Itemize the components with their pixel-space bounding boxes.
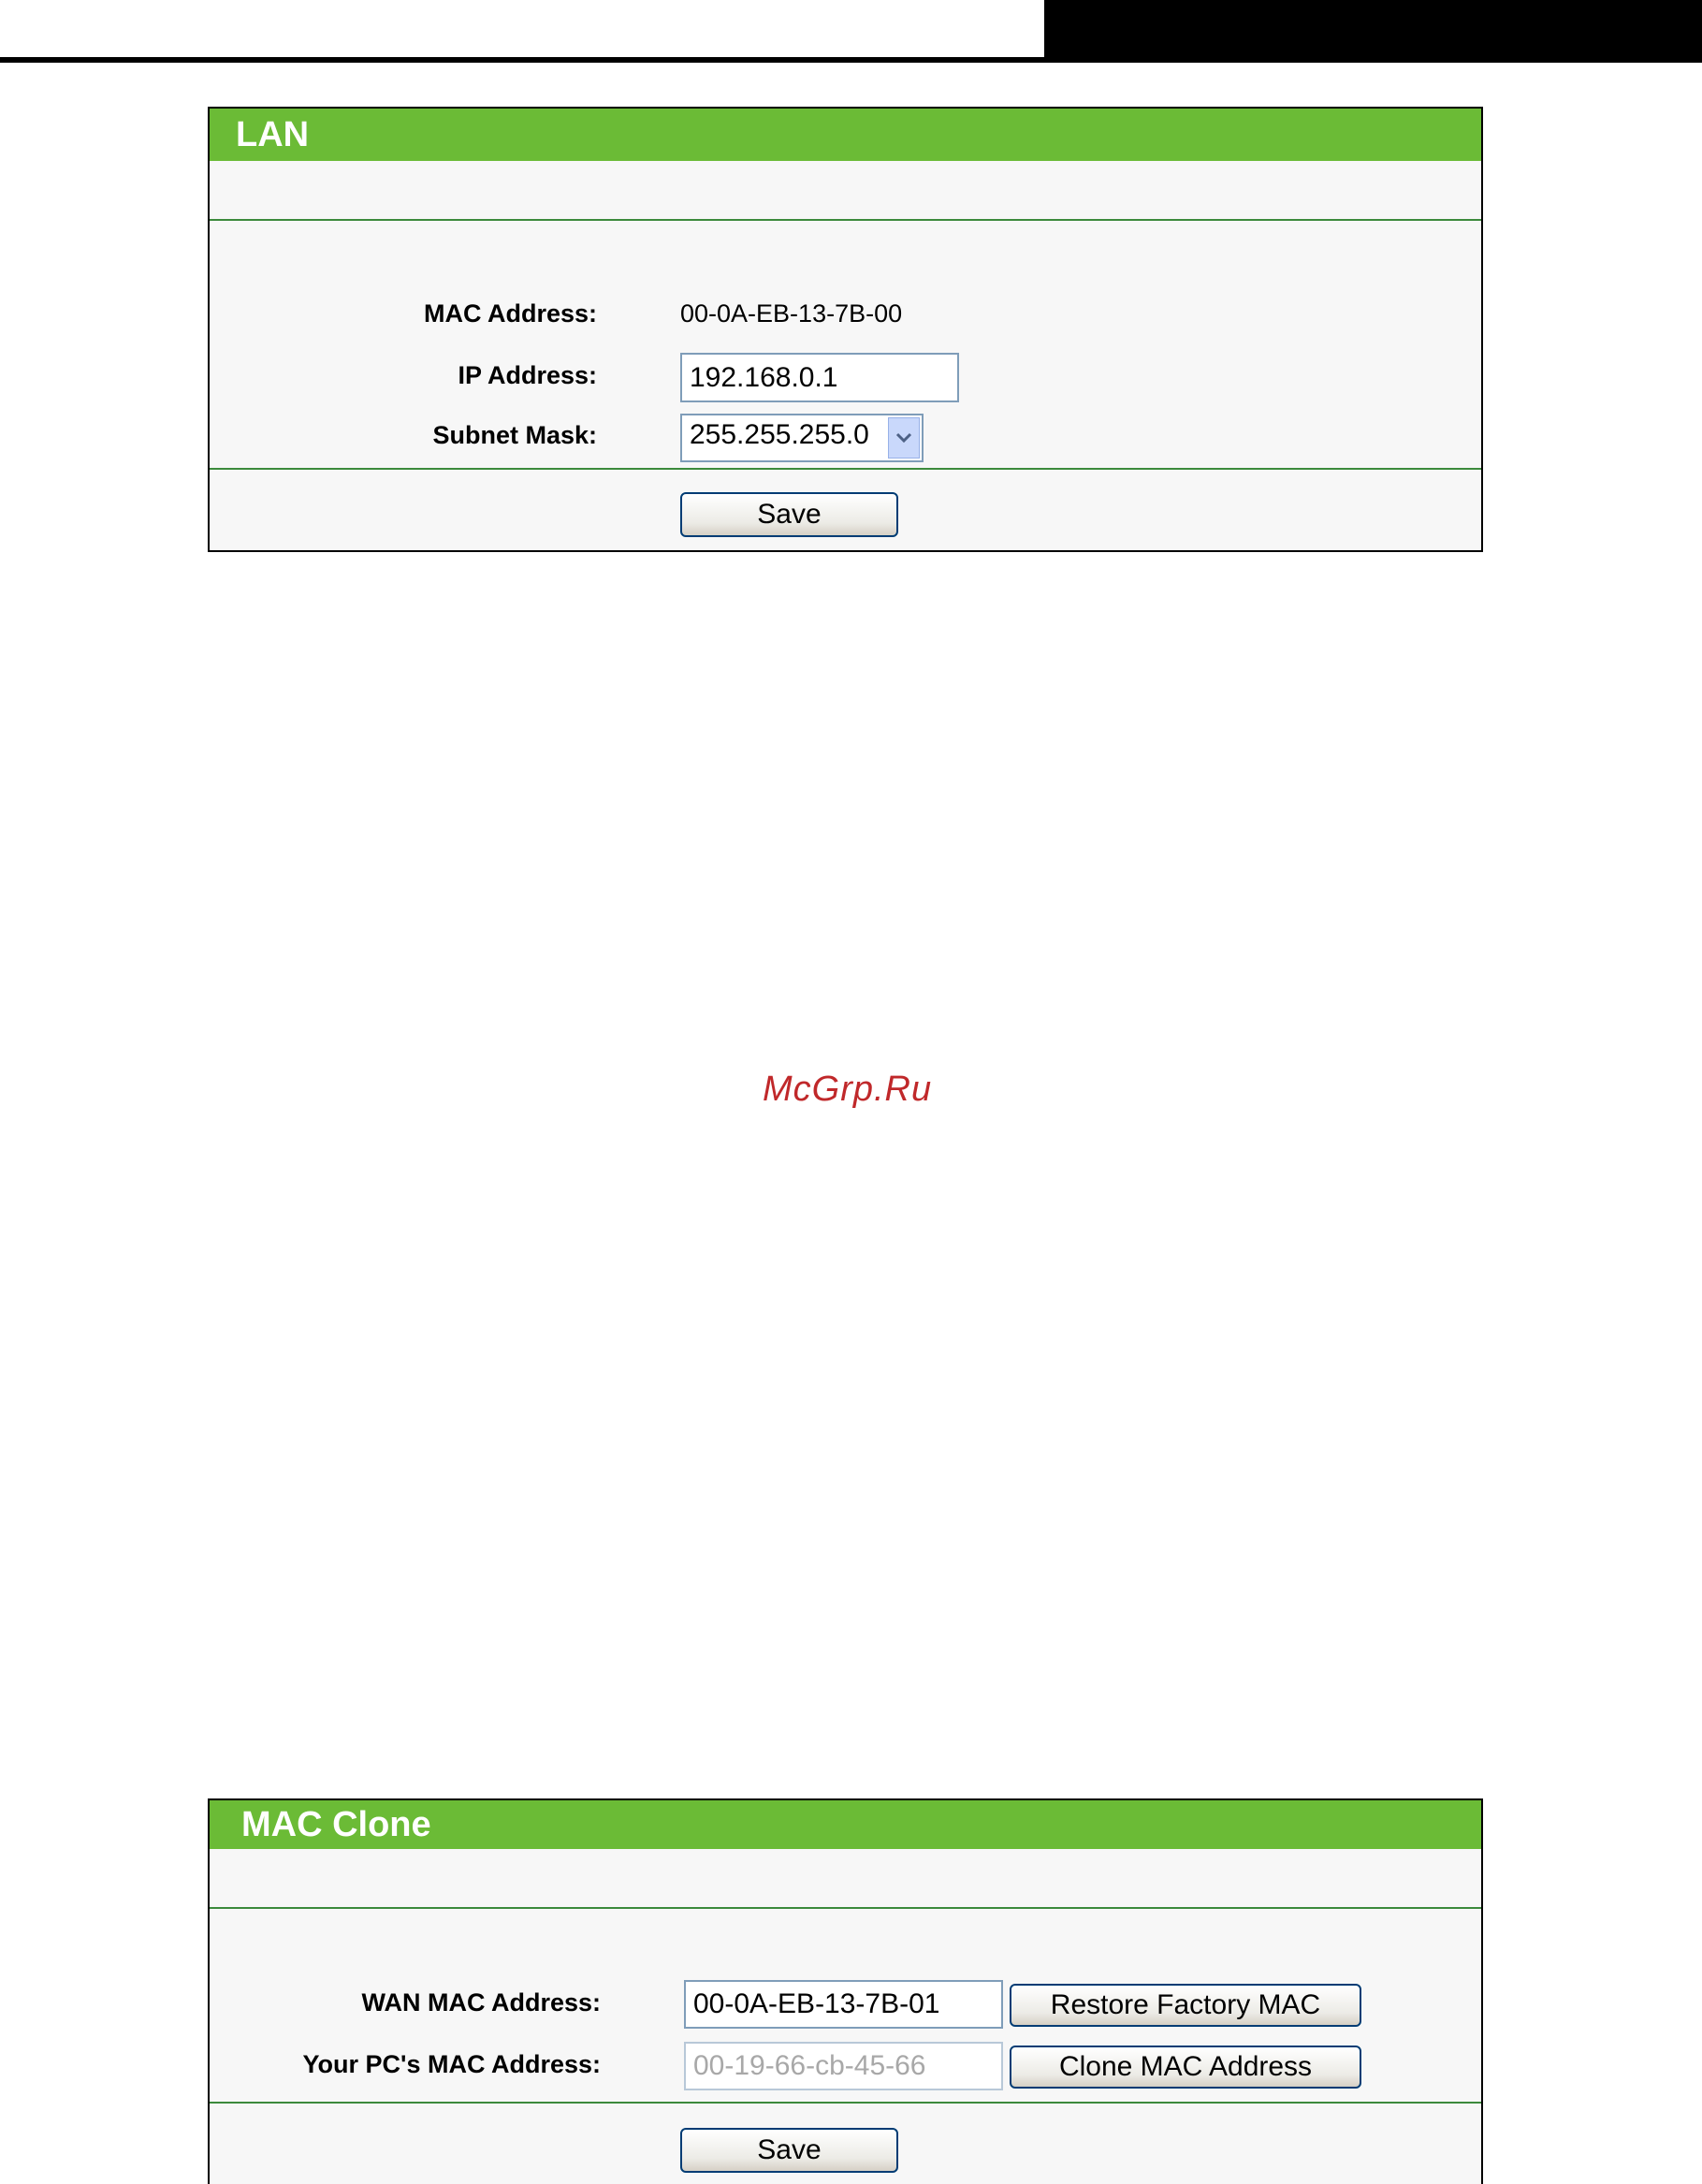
mac-clone-panel-title: MAC Clone [210,1800,1481,1849]
mac-clone-top-divider [210,1907,1481,1909]
ip-address-label: IP Address: [458,361,597,389]
lan-panel-title: LAN [210,109,1481,161]
lan-panel: LAN MAC Address: 00-0A-EB-13-7B-00 IP Ad… [208,107,1483,552]
subnet-mask-selected-value: 255.255.255.0 [690,419,869,450]
chevron-down-icon[interactable] [888,417,920,459]
lan-bottom-divider [210,468,1481,470]
mac-clone-bottom-divider [210,2102,1481,2104]
ip-address-input[interactable] [680,353,959,402]
mac-address-label: MAC Address: [423,299,597,328]
subnet-mask-label: Subnet Mask: [432,421,597,449]
pc-mac-label: Your PC's MAC Address: [302,2050,601,2078]
watermark-text: McGrp.Ru [763,1070,933,1109]
subnet-mask-select[interactable]: 255.255.255.0 [680,414,924,462]
mac-clone-save-button[interactable]: Save [680,2128,898,2173]
mac-clone-panel: MAC Clone WAN MAC Address: Restore Facto… [208,1798,1483,2184]
page-header-block [1044,0,1702,62]
pc-mac-input [684,2042,1003,2090]
wan-mac-label: WAN MAC Address: [361,1988,601,2017]
lan-save-button[interactable]: Save [680,492,898,537]
wan-mac-input[interactable] [684,1980,1003,2029]
clone-mac-address-button[interactable]: Clone MAC Address [1010,2046,1361,2089]
lan-top-divider [210,219,1481,221]
restore-factory-mac-button[interactable]: Restore Factory MAC [1010,1984,1361,2027]
mac-address-value: 00-0A-EB-13-7B-00 [680,299,903,328]
